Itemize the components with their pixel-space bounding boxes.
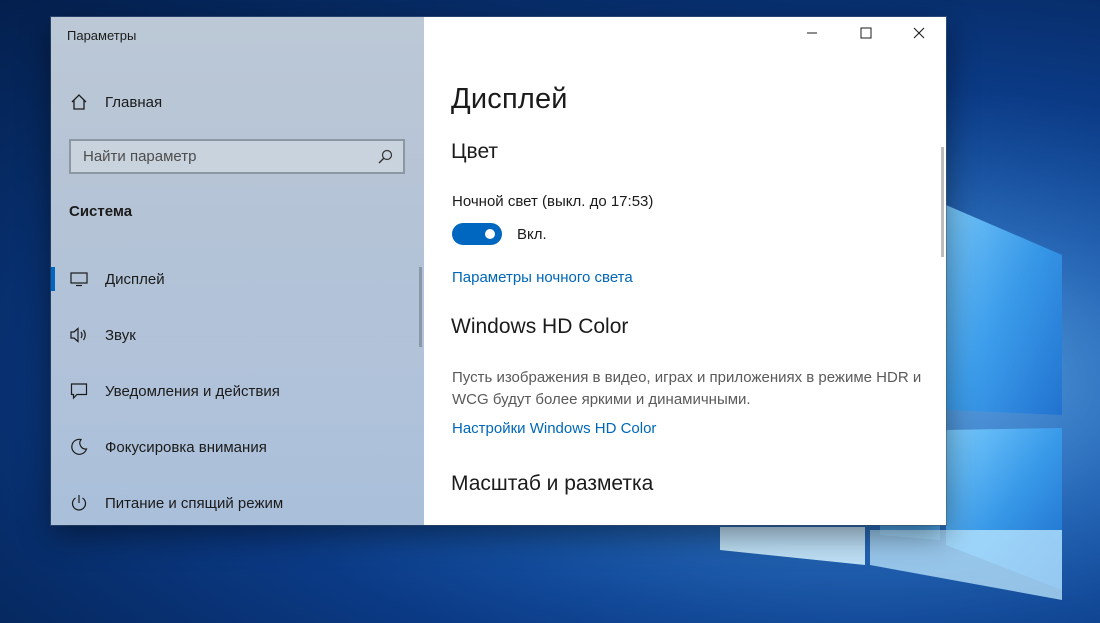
content-scrollbar[interactable] [941,147,944,257]
sidebar-item-label: Звук [105,326,136,344]
night-light-toggle[interactable] [452,223,502,245]
speaker-icon [69,325,89,345]
search-icon[interactable] [377,149,393,165]
night-light-label: Ночной свет (выкл. до 17:53) [452,193,654,210]
sidebar-scrollbar[interactable] [419,267,422,347]
sidebar-item-sound[interactable]: Звук [51,307,424,363]
settings-window: Параметры Главная Система [51,17,946,525]
moon-icon [69,437,89,457]
sidebar-item-power[interactable]: Питание и спящий режим [51,475,424,525]
power-icon [69,493,89,513]
night-light-settings-link[interactable]: Параметры ночного света [452,269,633,286]
sidebar-item-label: Уведомления и действия [105,382,280,400]
maximize-button[interactable] [843,17,889,53]
nav-home[interactable]: Главная [69,90,162,114]
page-title: Дисплей [451,83,568,115]
app-title: Параметры [67,28,137,43]
nav-home-label: Главная [105,93,163,111]
section-label-system: Система [69,203,133,220]
section-heading-scale: Масштаб и разметка [451,472,654,495]
sidebar-item-notifications[interactable]: Уведомления и действия [51,363,424,419]
minimize-icon [806,26,818,44]
close-icon [913,26,925,44]
sidebar: Параметры Главная Система [51,17,424,525]
sidebar-item-display[interactable]: Дисплей [51,251,424,307]
sidebar-nav: Дисплей Звук Уведомления и действия Фоку… [51,251,424,525]
hd-color-settings-link[interactable]: Настройки Windows HD Color [452,420,656,437]
sidebar-item-label: Дисплей [105,270,165,288]
minimize-button[interactable] [789,17,835,53]
desktop-background: Параметры Главная Система [0,0,1100,623]
section-heading-hd-color: Windows HD Color [451,315,629,338]
content-pane: Дисплей Цвет Ночной свет (выкл. до 17:53… [424,17,946,525]
notification-icon [69,381,89,401]
close-button[interactable] [896,17,942,53]
sidebar-item-label: Питание и спящий режим [105,494,284,512]
maximize-icon [860,26,872,44]
hd-color-description: Пусть изображения в видео, играх и прило… [452,369,922,408]
toggle-knob [485,229,495,239]
night-light-toggle-row: Вкл. [452,223,547,245]
toggle-state-label: Вкл. [517,225,547,243]
search-input[interactable] [71,147,375,166]
sidebar-item-focus-assist[interactable]: Фокусировка внимания [51,419,424,475]
home-icon [69,92,89,112]
section-heading-color: Цвет [451,140,499,163]
sidebar-item-label: Фокусировка внимания [105,438,267,456]
display-icon [69,269,89,289]
search-box[interactable] [69,139,405,174]
